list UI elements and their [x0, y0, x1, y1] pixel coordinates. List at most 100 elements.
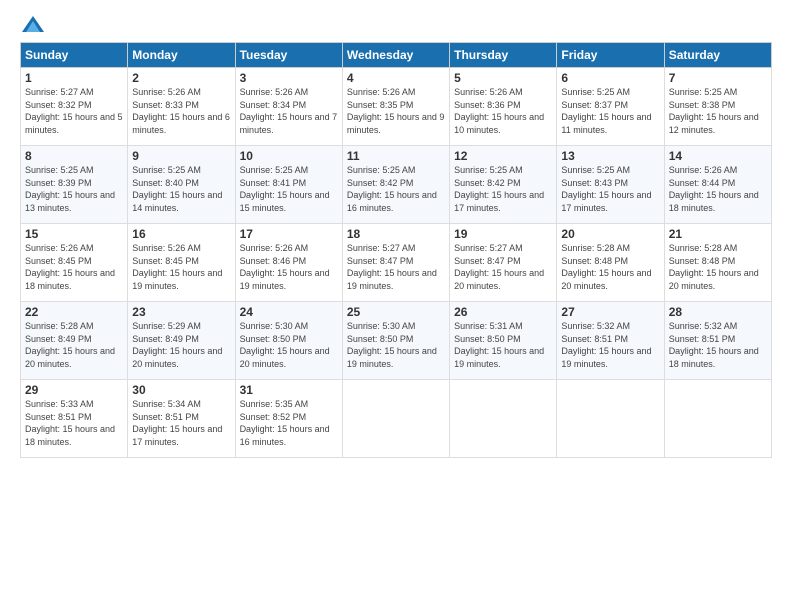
calendar-cell: 27Sunrise: 5:32 AMSunset: 8:51 PMDayligh… [557, 302, 664, 380]
calendar-table: Sunday Monday Tuesday Wednesday Thursday… [20, 42, 772, 458]
calendar-cell: 31 Sunrise: 5:35 AMSunset: 8:52 PMDayligh… [235, 380, 342, 458]
day-number: 21 [669, 227, 767, 241]
day-info: Sunrise: 5:27 AMSunset: 8:47 PMDaylight:… [347, 243, 437, 291]
header-tuesday: Tuesday [235, 43, 342, 68]
day-number: 19 [454, 227, 552, 241]
day-number: 11 [347, 149, 445, 163]
calendar-cell: 30 Sunrise: 5:34 AMSunset: 8:51 PMDayligh… [128, 380, 235, 458]
day-info: Sunrise: 5:26 AMSunset: 8:46 PMDaylight:… [240, 243, 330, 291]
day-number: 9 [132, 149, 230, 163]
day-number: 4 [347, 71, 445, 85]
day-info: Sunrise: 5:27 AMSunset: 8:47 PMDaylight:… [454, 243, 544, 291]
day-number: 28 [669, 305, 767, 319]
calendar-cell: 12 Sunrise: 5:25 AMSunset: 8:42 PMDayligh… [450, 146, 557, 224]
calendar-cell: 20 Sunrise: 5:28 AMSunset: 8:48 PMDayligh… [557, 224, 664, 302]
day-info: Sunrise: 5:25 AMSunset: 8:41 PMDaylight:… [240, 165, 330, 213]
day-number: 31 [240, 383, 338, 397]
calendar-cell: 5Sunrise: 5:26 AMSunset: 8:36 PMDaylight… [450, 68, 557, 146]
calendar-cell: 29 Sunrise: 5:33 AMSunset: 8:51 PMDayligh… [21, 380, 128, 458]
day-info: Sunrise: 5:30 AMSunset: 8:50 PMDaylight:… [347, 321, 437, 369]
day-info: Sunrise: 5:32 AMSunset: 8:51 PMDaylight:… [669, 321, 759, 369]
calendar-cell: 3Sunrise: 5:26 AMSunset: 8:34 PMDaylight… [235, 68, 342, 146]
calendar-cell: 17Sunrise: 5:26 AMSunset: 8:46 PMDayligh… [235, 224, 342, 302]
day-number: 29 [25, 383, 123, 397]
calendar-cell: 15Sunrise: 5:26 AMSunset: 8:45 PMDayligh… [21, 224, 128, 302]
calendar-cell: 11 Sunrise: 5:25 AMSunset: 8:42 PMDayligh… [342, 146, 449, 224]
day-info: Sunrise: 5:25 AMSunset: 8:43 PMDaylight:… [561, 165, 651, 213]
day-info: Sunrise: 5:31 AMSunset: 8:50 PMDaylight:… [454, 321, 544, 369]
calendar-cell: 1 Sunrise: 5:27 AMSunset: 8:32 PMDaylight… [21, 68, 128, 146]
calendar-cell: 21 Sunrise: 5:28 AMSunset: 8:48 PMDayligh… [664, 224, 771, 302]
day-info: Sunrise: 5:34 AMSunset: 8:51 PMDaylight:… [132, 399, 222, 447]
header-saturday: Saturday [664, 43, 771, 68]
calendar-cell: 23 Sunrise: 5:29 AMSunset: 8:49 PMDayligh… [128, 302, 235, 380]
page: Sunday Monday Tuesday Wednesday Thursday… [0, 0, 792, 612]
day-number: 6 [561, 71, 659, 85]
day-number: 30 [132, 383, 230, 397]
calendar-cell: 14Sunrise: 5:26 AMSunset: 8:44 PMDayligh… [664, 146, 771, 224]
day-number: 23 [132, 305, 230, 319]
header-thursday: Thursday [450, 43, 557, 68]
calendar-cell: 16 Sunrise: 5:26 AMSunset: 8:45 PMDayligh… [128, 224, 235, 302]
day-info: Sunrise: 5:25 AMSunset: 8:39 PMDaylight:… [25, 165, 115, 213]
logo [20, 16, 44, 32]
calendar-row: 29 Sunrise: 5:33 AMSunset: 8:51 PMDayligh… [21, 380, 772, 458]
day-info: Sunrise: 5:30 AMSunset: 8:50 PMDaylight:… [240, 321, 330, 369]
day-info: Sunrise: 5:28 AMSunset: 8:48 PMDaylight:… [561, 243, 651, 291]
day-info: Sunrise: 5:28 AMSunset: 8:48 PMDaylight:… [669, 243, 759, 291]
day-info: Sunrise: 5:26 AMSunset: 8:34 PMDaylight:… [240, 87, 338, 135]
header [20, 16, 772, 32]
day-number: 8 [25, 149, 123, 163]
day-number: 20 [561, 227, 659, 241]
calendar-cell: 25 Sunrise: 5:30 AMSunset: 8:50 PMDayligh… [342, 302, 449, 380]
calendar-cell: 2 Sunrise: 5:26 AMSunset: 8:33 PMDaylight… [128, 68, 235, 146]
calendar-cell: 19 Sunrise: 5:27 AMSunset: 8:47 PMDayligh… [450, 224, 557, 302]
day-info: Sunrise: 5:25 AMSunset: 8:42 PMDaylight:… [454, 165, 544, 213]
day-info: Sunrise: 5:26 AMSunset: 8:45 PMDaylight:… [132, 243, 222, 291]
calendar-cell: 6 Sunrise: 5:25 AMSunset: 8:37 PMDaylight… [557, 68, 664, 146]
day-number: 26 [454, 305, 552, 319]
day-info: Sunrise: 5:33 AMSunset: 8:51 PMDaylight:… [25, 399, 115, 447]
day-number: 2 [132, 71, 230, 85]
calendar-cell: 22Sunrise: 5:28 AMSunset: 8:49 PMDayligh… [21, 302, 128, 380]
day-info: Sunrise: 5:25 AMSunset: 8:42 PMDaylight:… [347, 165, 437, 213]
calendar-cell: 13 Sunrise: 5:25 AMSunset: 8:43 PMDayligh… [557, 146, 664, 224]
calendar-cell [557, 380, 664, 458]
day-info: Sunrise: 5:35 AMSunset: 8:52 PMDaylight:… [240, 399, 330, 447]
calendar-cell: 18Sunrise: 5:27 AMSunset: 8:47 PMDayligh… [342, 224, 449, 302]
day-info: Sunrise: 5:26 AMSunset: 8:33 PMDaylight:… [132, 87, 230, 135]
day-info: Sunrise: 5:25 AMSunset: 8:37 PMDaylight:… [561, 87, 651, 135]
day-number: 12 [454, 149, 552, 163]
day-number: 16 [132, 227, 230, 241]
day-info: Sunrise: 5:25 AMSunset: 8:38 PMDaylight:… [669, 87, 759, 135]
calendar-row: 22Sunrise: 5:28 AMSunset: 8:49 PMDayligh… [21, 302, 772, 380]
calendar-cell [664, 380, 771, 458]
day-number: 27 [561, 305, 659, 319]
day-info: Sunrise: 5:27 AMSunset: 8:32 PMDaylight:… [25, 87, 123, 135]
day-number: 5 [454, 71, 552, 85]
calendar-cell: 4Sunrise: 5:26 AMSunset: 8:35 PMDaylight… [342, 68, 449, 146]
calendar-row: 8 Sunrise: 5:25 AMSunset: 8:39 PMDaylight… [21, 146, 772, 224]
calendar-cell: 26 Sunrise: 5:31 AMSunset: 8:50 PMDayligh… [450, 302, 557, 380]
calendar-cell: 10Sunrise: 5:25 AMSunset: 8:41 PMDayligh… [235, 146, 342, 224]
day-number: 1 [25, 71, 123, 85]
header-wednesday: Wednesday [342, 43, 449, 68]
day-number: 7 [669, 71, 767, 85]
day-number: 15 [25, 227, 123, 241]
day-number: 25 [347, 305, 445, 319]
calendar-cell: 28 Sunrise: 5:32 AMSunset: 8:51 PMDayligh… [664, 302, 771, 380]
calendar-cell: 9 Sunrise: 5:25 AMSunset: 8:40 PMDaylight… [128, 146, 235, 224]
calendar-cell [450, 380, 557, 458]
header-sunday: Sunday [21, 43, 128, 68]
calendar-cell: 8 Sunrise: 5:25 AMSunset: 8:39 PMDaylight… [21, 146, 128, 224]
day-number: 14 [669, 149, 767, 163]
header-friday: Friday [557, 43, 664, 68]
day-info: Sunrise: 5:29 AMSunset: 8:49 PMDaylight:… [132, 321, 222, 369]
calendar-header-row: Sunday Monday Tuesday Wednesday Thursday… [21, 43, 772, 68]
calendar-row: 1 Sunrise: 5:27 AMSunset: 8:32 PMDaylight… [21, 68, 772, 146]
day-number: 22 [25, 305, 123, 319]
day-info: Sunrise: 5:25 AMSunset: 8:40 PMDaylight:… [132, 165, 222, 213]
day-number: 13 [561, 149, 659, 163]
calendar-row: 15 Sunrise: 5:26 AMSunset: 8:45 PMDayligh… [21, 224, 772, 302]
logo-icon [22, 16, 44, 32]
